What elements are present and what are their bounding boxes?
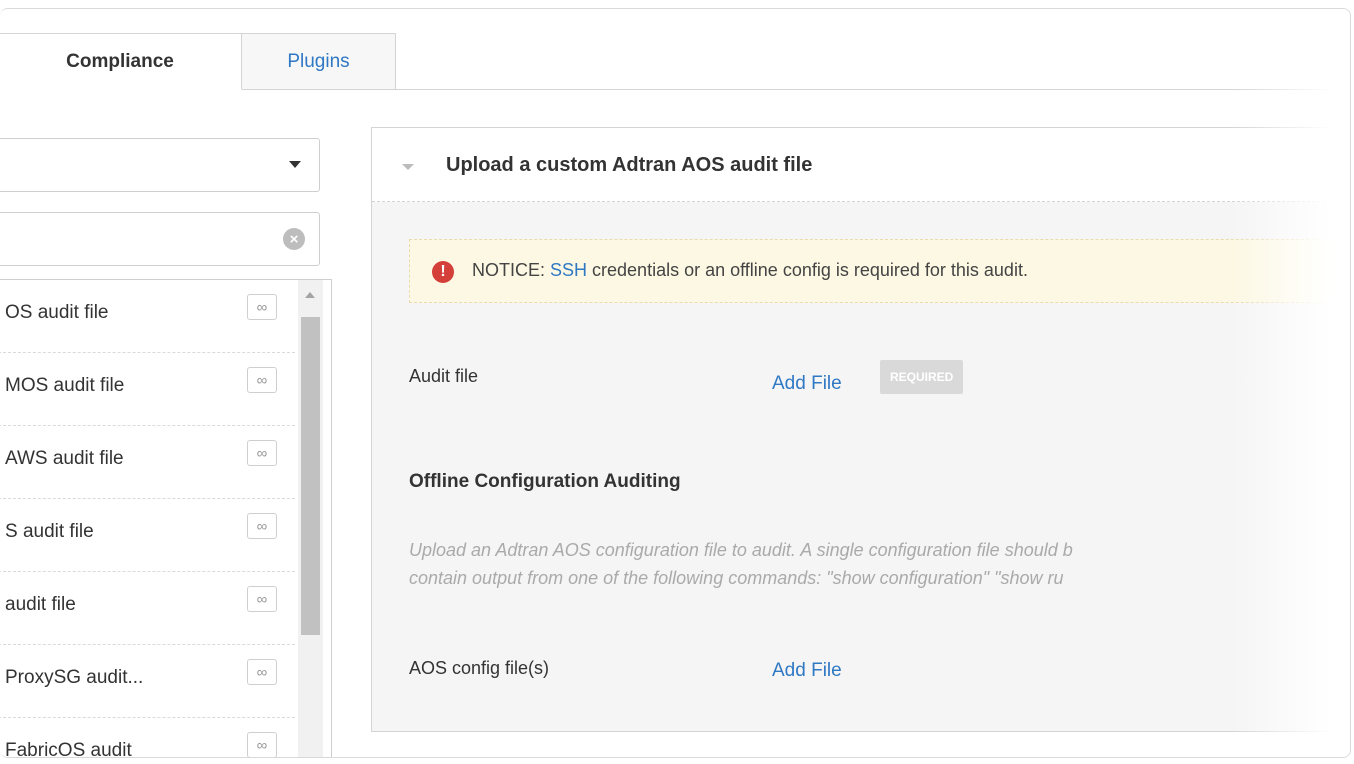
search-input[interactable]: × <box>0 212 320 266</box>
tab-compliance-label: Compliance <box>66 50 174 72</box>
audit-file-add-button[interactable]: Add File <box>772 373 842 395</box>
list-item-label: S audit file <box>5 521 94 542</box>
audit-file-label: Audit file <box>409 366 479 386</box>
tab-plugins-label: Plugins <box>287 50 350 72</box>
link-icon[interactable]: ∞ <box>247 586 277 612</box>
list-item-label: audit file <box>5 594 76 615</box>
chevron-down-icon <box>289 161 301 168</box>
list-item[interactable]: FabricOS audit ∞ <box>0 718 295 758</box>
notice-banner: ! NOTICE: SSH credentials or an offline … <box>409 239 1350 303</box>
app-frame: Compliance Plugins × OS audit file ∞ MOS… <box>0 8 1351 758</box>
list-item[interactable]: OS audit file ∞ <box>0 280 295 353</box>
required-badge: REQUIRED <box>880 360 964 394</box>
list-item-label: AWS audit file <box>5 448 124 469</box>
link-icon[interactable]: ∞ <box>247 513 277 539</box>
link-icon[interactable]: ∞ <box>247 294 277 320</box>
list-item-label: MOS audit file <box>5 375 125 396</box>
tab-compliance[interactable]: Compliance <box>0 33 242 90</box>
offline-description-line: Upload an Adtran AOS configuration file … <box>409 540 1073 560</box>
notice-text: NOTICE: SSH credentials or an offline co… <box>472 260 1028 281</box>
list-item[interactable]: ProxySG audit... ∞ <box>0 645 295 718</box>
list-item-label: ProxySG audit... <box>5 667 144 688</box>
collapse-caret-icon[interactable] <box>402 164 414 170</box>
offline-description: Upload an Adtran AOS configuration file … <box>409 536 1350 592</box>
exclamation-icon: ! <box>432 261 454 283</box>
notice-prefix: NOTICE: <box>472 260 551 280</box>
list-item-label: OS audit file <box>5 302 109 323</box>
clear-icon[interactable]: × <box>283 228 305 250</box>
list-item-label: FabricOS audit <box>5 740 132 758</box>
category-select[interactable] <box>0 138 320 192</box>
scroll-up-arrow-icon[interactable] <box>305 292 315 298</box>
config-file-add-button[interactable]: Add File <box>772 660 842 682</box>
scroll-thumb[interactable] <box>301 317 320 635</box>
list-item[interactable]: S audit file ∞ <box>0 499 295 572</box>
audit-upload-card: Upload a custom Adtran AOS audit file ! … <box>371 127 1350 732</box>
tab-plugins[interactable]: Plugins <box>242 33 396 90</box>
list-scrollbar[interactable] <box>298 280 323 757</box>
card-header[interactable]: Upload a custom Adtran AOS audit file <box>372 128 1350 202</box>
list-item[interactable]: audit file ∞ <box>0 572 295 645</box>
offline-description-line: contain output from one of the following… <box>409 568 1064 588</box>
link-icon[interactable]: ∞ <box>247 440 277 466</box>
list-item[interactable]: AWS audit file ∞ <box>0 426 295 499</box>
link-icon[interactable]: ∞ <box>247 367 277 393</box>
notice-suffix: credentials or an offline config is requ… <box>587 260 1028 280</box>
template-list: OS audit file ∞ MOS audit file ∞ AWS aud… <box>0 279 332 758</box>
offline-section-heading: Offline Configuration Auditing <box>409 471 681 492</box>
link-icon[interactable]: ∞ <box>247 659 277 685</box>
link-icon[interactable]: ∞ <box>247 732 277 757</box>
config-file-label: AOS config file(s) <box>409 658 550 678</box>
ssh-link[interactable]: SSH <box>550 260 587 280</box>
card-title: Upload a custom Adtran AOS audit file <box>446 154 813 176</box>
list-item[interactable]: MOS audit file ∞ <box>0 353 295 426</box>
